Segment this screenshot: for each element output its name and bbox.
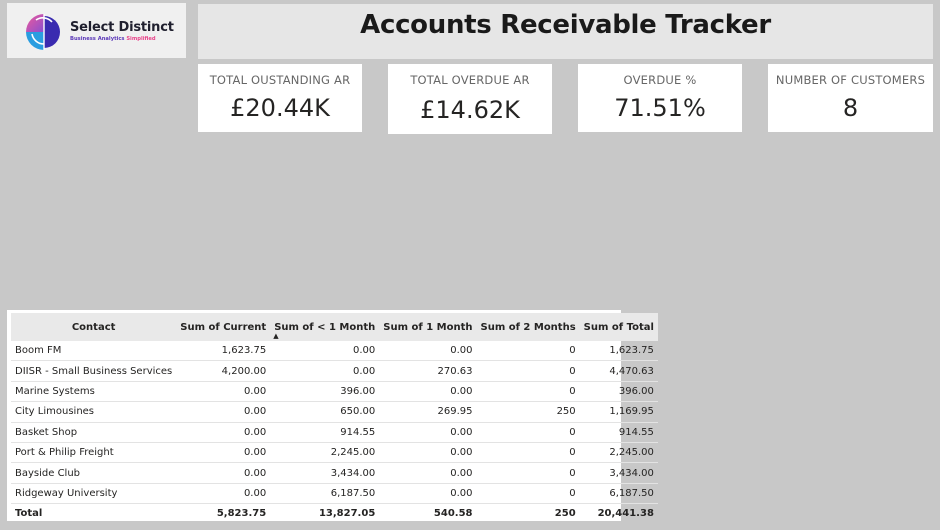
cell-contact: Total (11, 503, 177, 524)
cell-total: 4,470.63 (579, 360, 658, 382)
logo-tagline-part2: Simplified (126, 36, 156, 42)
cell-total: 1,623.75 (579, 341, 658, 362)
column-header-lt-1-month[interactable]: Sum of < 1 Month ▲ (270, 313, 379, 341)
kpi-value: 71.51% (614, 94, 706, 122)
cell-2-months: 0 (476, 422, 580, 443)
cell-lt-1-month: 914.55 (270, 422, 380, 443)
cell-1-month: 0.00 (379, 341, 477, 362)
cell-lt-1-month: 0.00 (270, 360, 380, 382)
cell-1-month: 0.00 (379, 381, 477, 403)
table-row[interactable]: Ridgeway University 0.00 6,187.50 0.00 0 6,18… (11, 483, 658, 505)
cell-current: 0.00 (176, 381, 271, 403)
cell-contact: Bayside Club (11, 462, 177, 484)
cell-total: 3,434.00 (579, 462, 658, 484)
cell-1-month: 0.00 (379, 422, 477, 443)
cell-lt-1-month: 396.00 (270, 381, 380, 403)
cell-2-months: 0 (476, 462, 580, 484)
table-row[interactable]: DIISR - Small Business Services 4,200.00 0… (11, 360, 658, 382)
table-row[interactable]: City Limousines 0.00 650.00 269.95 250 1,169.… (11, 401, 658, 423)
cell-2-months: 0 (476, 381, 580, 403)
cell-2-months: 0 (476, 360, 580, 382)
table-row[interactable]: Bayside Club 0.00 3,434.00 0.00 0 3,434.00 (11, 462, 658, 484)
cell-lt-1-month: 2,245.00 (270, 442, 380, 464)
column-header-contact[interactable]: Contact (11, 313, 176, 341)
logo-tagline: Business Analytics Simplified (70, 36, 156, 42)
cell-1-month: 0.00 (379, 442, 477, 464)
kpi-value: £14.62K (420, 96, 520, 124)
table-header-row: Contact Sum of Current Sum of < 1 Month ▲… (11, 313, 658, 341)
kpi-card-total-overdue[interactable]: TOTAL OVERDUE AR £14.62K (388, 64, 552, 134)
sort-ascending-icon: ▲ (273, 332, 279, 340)
cell-2-months: 250 (476, 503, 580, 524)
cell-2-months: 0 (476, 442, 580, 464)
kpi-label: TOTAL OVERDUE AR (410, 73, 530, 87)
cell-2-months: 0 (476, 341, 580, 362)
cell-1-month: 540.58 (379, 503, 477, 524)
logo-card: Select Distinct Business Analytics Simpl… (7, 3, 186, 58)
cell-contact: Boom FM (11, 341, 177, 362)
title-card: Accounts Receivable Tracker (198, 4, 933, 59)
logo-tagline-part1: Business Analytics (70, 36, 125, 42)
kpi-value: 8 (842, 94, 859, 122)
cell-1-month: 270.63 (379, 360, 477, 382)
page-title: Accounts Receivable Tracker (360, 10, 771, 40)
kpi-label: TOTAL OUSTANDING AR (209, 73, 351, 87)
ar-table: Contact Sum of Current Sum of < 1 Month ▲… (11, 313, 658, 524)
cell-1-month: 269.95 (379, 401, 477, 423)
cell-current: 0.00 (176, 442, 271, 464)
column-header-current[interactable]: Sum of Current (176, 313, 270, 341)
cell-contact: Ridgeway University (11, 483, 177, 505)
cell-1-month: 0.00 (379, 483, 477, 505)
cell-current: 0.00 (176, 401, 271, 423)
cell-lt-1-month: 650.00 (270, 401, 380, 423)
cell-current: 4,200.00 (176, 360, 271, 382)
cell-contact: Marine Systems (11, 381, 177, 403)
table-row[interactable]: Boom FM 1,623.75 0.00 0.00 0 1,623.75 (11, 341, 658, 362)
cell-current: 1,623.75 (176, 341, 271, 362)
cell-2-months: 250 (476, 401, 580, 423)
cell-total: 2,245.00 (579, 442, 658, 464)
cell-current: 0.00 (176, 483, 271, 505)
cell-lt-1-month: 13,827.05 (270, 503, 380, 524)
cell-contact: Basket Shop (11, 422, 177, 443)
kpi-card-number-of-customers[interactable]: NUMBER OF CUSTOMERS 8 (768, 64, 933, 132)
kpi-label: OVERDUE % (623, 73, 697, 87)
table-row[interactable]: Basket Shop 0.00 914.55 0.00 0 914.55 (11, 422, 658, 443)
cell-current: 5,823.75 (176, 503, 271, 524)
table-row[interactable]: Marine Systems 0.00 396.00 0.00 0 396.00 (11, 381, 658, 403)
cell-contact: City Limousines (11, 401, 177, 423)
column-header-2-months[interactable]: Sum of 2 Months (477, 313, 580, 341)
kpi-card-overdue-percent[interactable]: OVERDUE % 71.51% (578, 64, 742, 132)
cell-current: 0.00 (176, 462, 271, 484)
cell-current: 0.00 (176, 422, 271, 443)
column-header-label: Sum of < 1 Month (274, 321, 376, 333)
column-header-1-month[interactable]: Sum of 1 Month (379, 313, 476, 341)
kpi-card-total-outstanding[interactable]: TOTAL OUSTANDING AR £20.44K (198, 64, 362, 132)
cell-lt-1-month: 3,434.00 (270, 462, 380, 484)
cell-2-months: 0 (476, 483, 580, 505)
cell-total: 6,187.50 (579, 483, 658, 505)
cell-lt-1-month: 0.00 (270, 341, 380, 362)
cell-lt-1-month: 6,187.50 (270, 483, 380, 505)
ar-table-visual[interactable]: Contact Sum of Current Sum of < 1 Month ▲… (7, 310, 658, 524)
cell-contact: DIISR - Small Business Services (11, 360, 177, 382)
select-distinct-logo-icon (26, 14, 60, 50)
logo-name: Select Distinct (70, 20, 174, 35)
table-row[interactable]: Port & Philip Freight 0.00 2,245.00 0.00 0 2,… (11, 442, 658, 464)
cell-total: 914.55 (579, 422, 658, 443)
kpi-value: £20.44K (230, 94, 330, 122)
cell-total: 20,441.38 (579, 503, 658, 524)
kpi-label: NUMBER OF CUSTOMERS (775, 73, 926, 87)
cell-total: 1,169.95 (579, 401, 658, 423)
cell-total: 396.00 (579, 381, 658, 403)
cell-1-month: 0.00 (379, 462, 477, 484)
table-total-row[interactable]: Total 5,823.75 13,827.05 540.58 250 20,441.38 (11, 503, 658, 524)
cell-contact: Port & Philip Freight (11, 442, 177, 464)
column-header-total[interactable]: Sum of Total (580, 313, 658, 341)
